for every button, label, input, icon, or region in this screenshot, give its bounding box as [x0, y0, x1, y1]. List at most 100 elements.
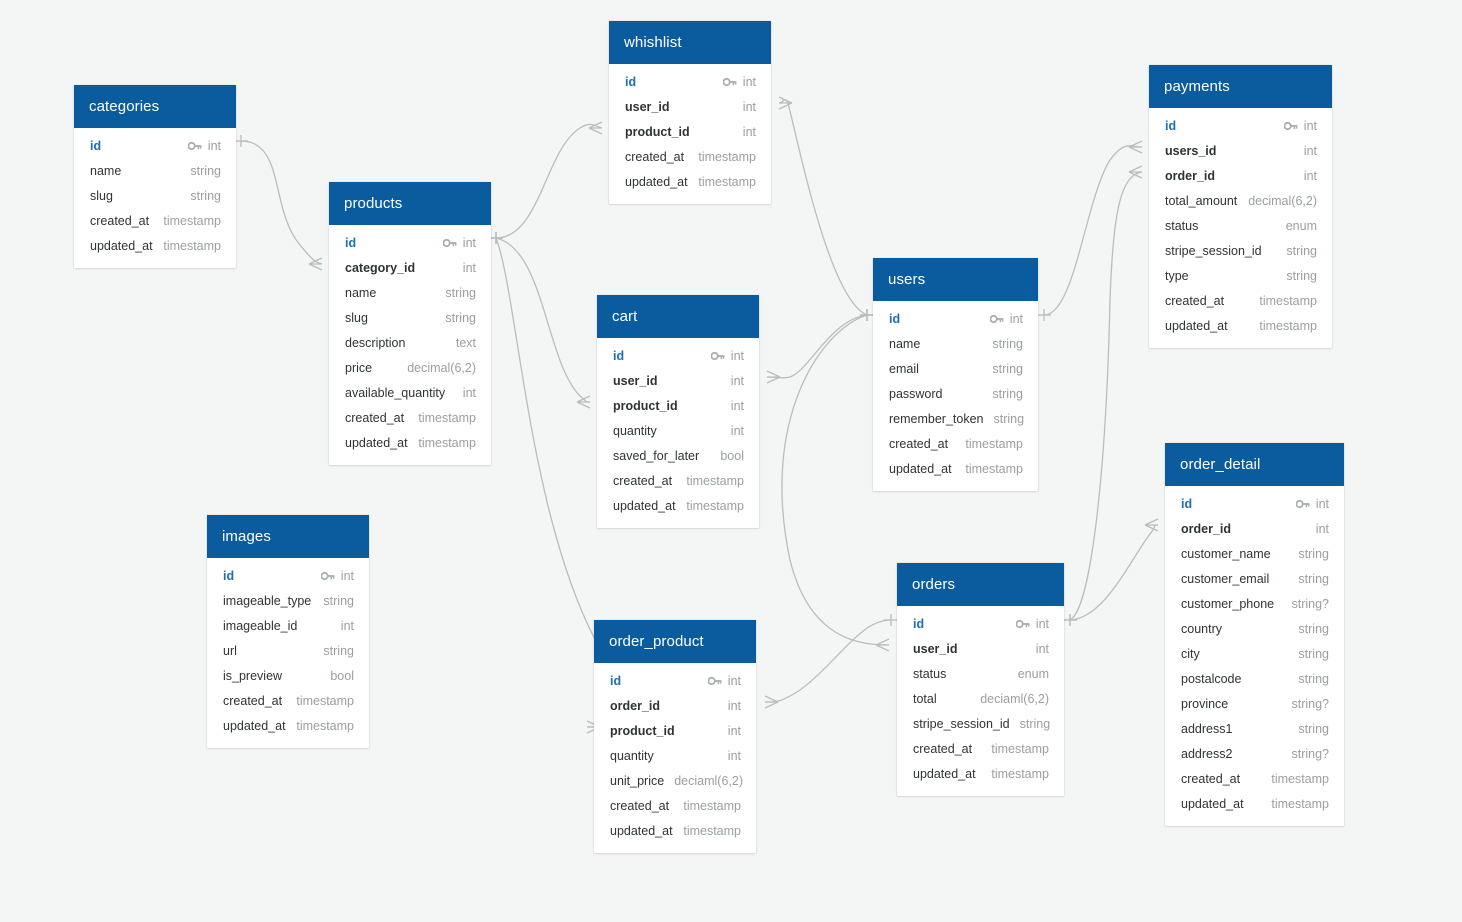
field-row-order_product-updated_at[interactable]: updated_at timestamp [594, 818, 756, 843]
field-row-products-name[interactable]: name string [329, 280, 491, 305]
field-row-cart-created_at[interactable]: created_at timestamp [597, 468, 759, 493]
field-row-payments-type[interactable]: type string [1149, 263, 1332, 288]
table-title-whishlist[interactable]: whishlist [609, 21, 771, 64]
field-row-order_detail-customer_name[interactable]: customer_name string [1165, 541, 1344, 566]
field-row-order_detail-id[interactable]: id int [1165, 491, 1344, 516]
field-row-products-created_at[interactable]: created_at timestamp [329, 405, 491, 430]
table-title-products[interactable]: products [329, 182, 491, 225]
field-row-order_detail-postalcode[interactable]: postalcode string [1165, 666, 1344, 691]
field-row-products-id[interactable]: id int [329, 230, 491, 255]
table-title-users[interactable]: users [873, 258, 1038, 301]
field-row-images-is_preview[interactable]: is_preview bool [207, 663, 369, 688]
field-row-cart-product_id[interactable]: product_id int [597, 393, 759, 418]
field-row-images-url[interactable]: url string [207, 638, 369, 663]
field-row-categories-name[interactable]: name string [74, 158, 236, 183]
field-row-orders-user_id[interactable]: user_id int [897, 636, 1064, 661]
field-row-order_detail-customer_phone[interactable]: customer_phone string? [1165, 591, 1344, 616]
table-card-order_detail[interactable]: order_detailid int order_id int customer_nam… [1165, 443, 1344, 826]
field-type: decimal(6,2) [1248, 193, 1317, 208]
field-row-order_product-product_id[interactable]: product_id int [594, 718, 756, 743]
field-row-whishlist-updated_at[interactable]: updated_at timestamp [609, 169, 771, 194]
field-row-images-updated_at[interactable]: updated_at timestamp [207, 713, 369, 738]
table-card-users[interactable]: users id int name string email string password s… [873, 258, 1038, 491]
field-row-order_detail-updated_at[interactable]: updated_at timestamp [1165, 791, 1344, 816]
field-row-categories-slug[interactable]: slug string [74, 183, 236, 208]
field-row-products-slug[interactable]: slug string [329, 305, 491, 330]
field-row-cart-id[interactable]: id int [597, 343, 759, 368]
field-row-cart-quantity[interactable]: quantity int [597, 418, 759, 443]
field-row-images-imageable_type[interactable]: imageable_type string [207, 588, 369, 613]
field-row-order_product-order_id[interactable]: order_id int [594, 693, 756, 718]
field-row-users-created_at[interactable]: created_at timestamp [873, 431, 1038, 456]
field-row-products-category_id[interactable]: category_id int [329, 255, 491, 280]
field-row-order_product-created_at[interactable]: created_at timestamp [594, 793, 756, 818]
table-title-images[interactable]: images [207, 515, 369, 558]
field-row-categories-created_at[interactable]: created_at timestamp [74, 208, 236, 233]
field-row-payments-users_id[interactable]: users_id int [1149, 138, 1332, 163]
field-name: updated_at [613, 498, 676, 513]
field-row-images-id[interactable]: id int [207, 563, 369, 588]
field-row-categories-id[interactable]: id int [74, 133, 236, 158]
field-row-order_detail-order_id[interactable]: order_id int [1165, 516, 1344, 541]
table-card-categories[interactable]: categories id int name string slug string creat… [74, 85, 236, 268]
field-row-order_detail-customer_email[interactable]: customer_email string [1165, 566, 1344, 591]
table-card-whishlist[interactable]: whishlist id int user_id int product_id int cre… [609, 21, 771, 204]
table-title-cart[interactable]: cart [597, 295, 759, 338]
field-row-payments-status[interactable]: status enum [1149, 213, 1332, 238]
field-row-users-email[interactable]: email string [873, 356, 1038, 381]
field-row-whishlist-product_id[interactable]: product_id int [609, 119, 771, 144]
field-row-cart-user_id[interactable]: user_id int [597, 368, 759, 393]
field-row-users-updated_at[interactable]: updated_at timestamp [873, 456, 1038, 481]
field-row-order_detail-address1[interactable]: address1 string [1165, 716, 1344, 741]
field-row-products-description[interactable]: description text [329, 330, 491, 355]
field-row-images-created_at[interactable]: created_at timestamp [207, 688, 369, 713]
field-row-payments-stripe_session_id[interactable]: stripe_session_id string [1149, 238, 1332, 263]
field-row-payments-updated_at[interactable]: updated_at timestamp [1149, 313, 1332, 338]
field-row-categories-updated_at[interactable]: updated_at timestamp [74, 233, 236, 258]
field-row-products-updated_at[interactable]: updated_at timestamp [329, 430, 491, 455]
field-row-users-name[interactable]: name string [873, 331, 1038, 356]
field-row-whishlist-created_at[interactable]: created_at timestamp [609, 144, 771, 169]
field-row-orders-stripe_session_id[interactable]: stripe_session_id string [897, 711, 1064, 736]
field-row-order_detail-province[interactable]: province string? [1165, 691, 1344, 716]
field-row-payments-total_amount[interactable]: total_amount decimal(6,2) [1149, 188, 1332, 213]
field-type: string? [1291, 596, 1329, 611]
field-row-order_detail-created_at[interactable]: created_at timestamp [1165, 766, 1344, 791]
table-card-payments[interactable]: payments id int users_id int order_id int total… [1149, 65, 1332, 348]
table-title-payments[interactable]: payments [1149, 65, 1332, 108]
field-row-order_product-unit_price[interactable]: unit_price deciaml(6,2) [594, 768, 756, 793]
table-card-cart[interactable]: cart id int user_id int product_id int quantity… [597, 295, 759, 528]
table-title-order_product[interactable]: order_product [594, 620, 756, 663]
table-card-images[interactable]: images id int imageable_type string imageable… [207, 515, 369, 748]
field-row-products-available_quantity[interactable]: available_quantity int [329, 380, 491, 405]
field-row-orders-created_at[interactable]: created_at timestamp [897, 736, 1064, 761]
field-row-payments-id[interactable]: id int [1149, 113, 1332, 138]
table-title-order_detail[interactable]: order_detail [1165, 443, 1344, 486]
field-row-orders-id[interactable]: id int [897, 611, 1064, 636]
field-row-images-imageable_id[interactable]: imageable_id int [207, 613, 369, 638]
field-row-users-remember_token[interactable]: remember_token string [873, 406, 1038, 431]
field-row-cart-updated_at[interactable]: updated_at timestamp [597, 493, 759, 518]
field-row-order_detail-country[interactable]: country string [1165, 616, 1344, 641]
field-row-payments-created_at[interactable]: created_at timestamp [1149, 288, 1332, 313]
field-row-orders-total[interactable]: total deciaml(6,2) [897, 686, 1064, 711]
field-row-order_product-quantity[interactable]: quantity int [594, 743, 756, 768]
table-card-orders[interactable]: orders id int user_id int status enum total deci… [897, 563, 1064, 796]
field-row-order_product-id[interactable]: id int [594, 668, 756, 693]
table-card-order_product[interactable]: order_productid int order_id int product_id i… [594, 620, 756, 853]
table-card-products[interactable]: products id int category_id int name string slu… [329, 182, 491, 465]
field-row-whishlist-user_id[interactable]: user_id int [609, 94, 771, 119]
field-row-users-id[interactable]: id int [873, 306, 1038, 331]
field-row-cart-saved_for_later[interactable]: saved_for_later bool [597, 443, 759, 468]
field-row-whishlist-id[interactable]: id int [609, 69, 771, 94]
field-row-payments-order_id[interactable]: order_id int [1149, 163, 1332, 188]
field-row-users-password[interactable]: password string [873, 381, 1038, 406]
table-title-categories[interactable]: categories [74, 85, 236, 128]
field-row-orders-updated_at[interactable]: updated_at timestamp [897, 761, 1064, 786]
field-row-order_detail-address2[interactable]: address2 string? [1165, 741, 1344, 766]
field-row-order_detail-city[interactable]: city string [1165, 641, 1344, 666]
field-row-orders-status[interactable]: status enum [897, 661, 1064, 686]
field-name: status [913, 666, 947, 681]
table-title-orders[interactable]: orders [897, 563, 1064, 606]
field-row-products-price[interactable]: price decimal(6,2) [329, 355, 491, 380]
